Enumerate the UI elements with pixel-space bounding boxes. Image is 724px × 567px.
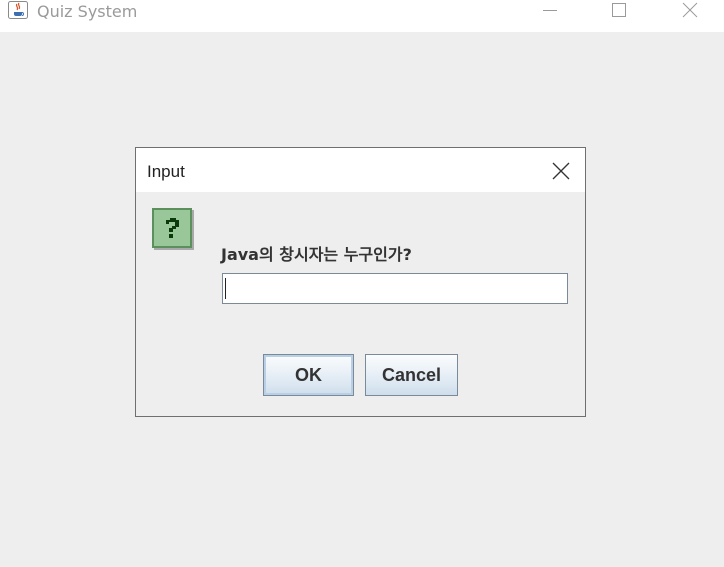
dialog-close-button[interactable] bbox=[542, 157, 578, 185]
question-prompt: Java의 창시자는 누구인가? bbox=[221, 245, 412, 264]
question-icon bbox=[152, 208, 192, 248]
window-title-bar: Quiz System bbox=[0, 0, 724, 32]
answer-input[interactable] bbox=[222, 273, 568, 304]
close-icon bbox=[682, 2, 698, 18]
window-close-button[interactable] bbox=[667, 0, 713, 24]
dialog-title: Input bbox=[147, 162, 185, 181]
minimize-button[interactable] bbox=[527, 0, 573, 24]
java-cup-icon bbox=[8, 1, 28, 19]
input-dialog: Input Java의 창시자는 누구인가? OK Cancel bbox=[135, 147, 586, 417]
maximize-icon bbox=[612, 3, 626, 17]
close-icon bbox=[552, 162, 570, 180]
text-caret bbox=[225, 278, 226, 299]
window-title: Quiz System bbox=[37, 2, 138, 21]
minimize-icon bbox=[543, 10, 557, 11]
ok-button[interactable]: OK bbox=[263, 354, 354, 396]
maximize-button[interactable] bbox=[596, 0, 642, 24]
cancel-button[interactable]: Cancel bbox=[365, 354, 458, 396]
dialog-title-bar[interactable]: Input bbox=[136, 148, 585, 192]
